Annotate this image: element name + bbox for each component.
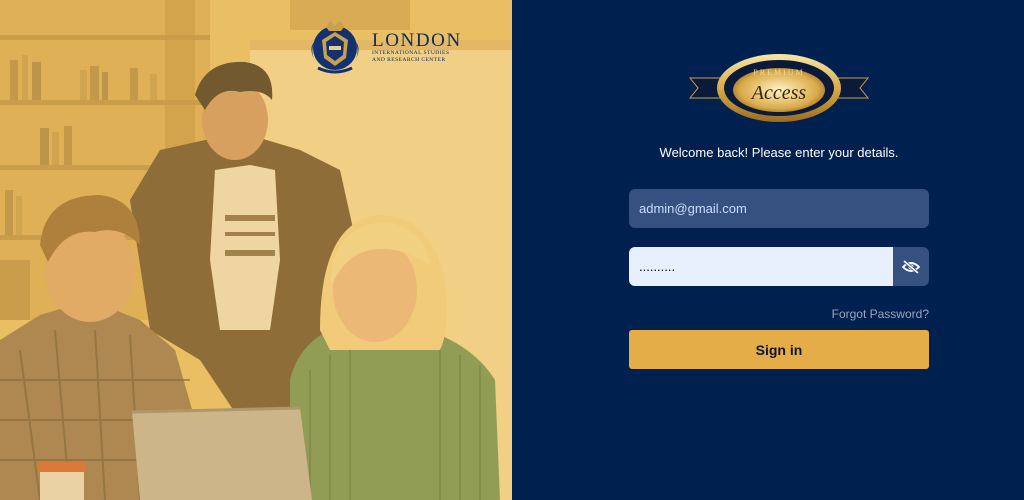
hero-photo: LONDON INTERNATIONAL STUDIES AND RESEARC…: [0, 0, 512, 500]
eye-off-icon: [902, 259, 920, 274]
brand-line2: AND RESEARCH CENTER: [372, 56, 446, 63]
forgot-password-link[interactable]: Forgot Password?: [629, 307, 929, 321]
password-group: [629, 247, 929, 286]
badge-script: Access: [750, 82, 807, 104]
toggle-password-button[interactable]: [893, 247, 929, 286]
email-field[interactable]: [629, 189, 929, 228]
brand-logo: LONDON INTERNATIONAL STUDIES AND RESEARC…: [304, 18, 462, 76]
crest-icon: [311, 21, 359, 74]
badge-top: PREMIUM: [753, 68, 804, 77]
sign-in-button[interactable]: Sign in: [629, 330, 929, 369]
brand-name: LONDON: [372, 30, 462, 52]
premium-access-logo: PREMIUM Access: [688, 54, 870, 122]
welcome-text: Welcome back! Please enter your details.: [659, 145, 899, 160]
password-field[interactable]: [629, 247, 893, 286]
brand-line1: INTERNATIONAL STUDIES: [372, 50, 450, 57]
